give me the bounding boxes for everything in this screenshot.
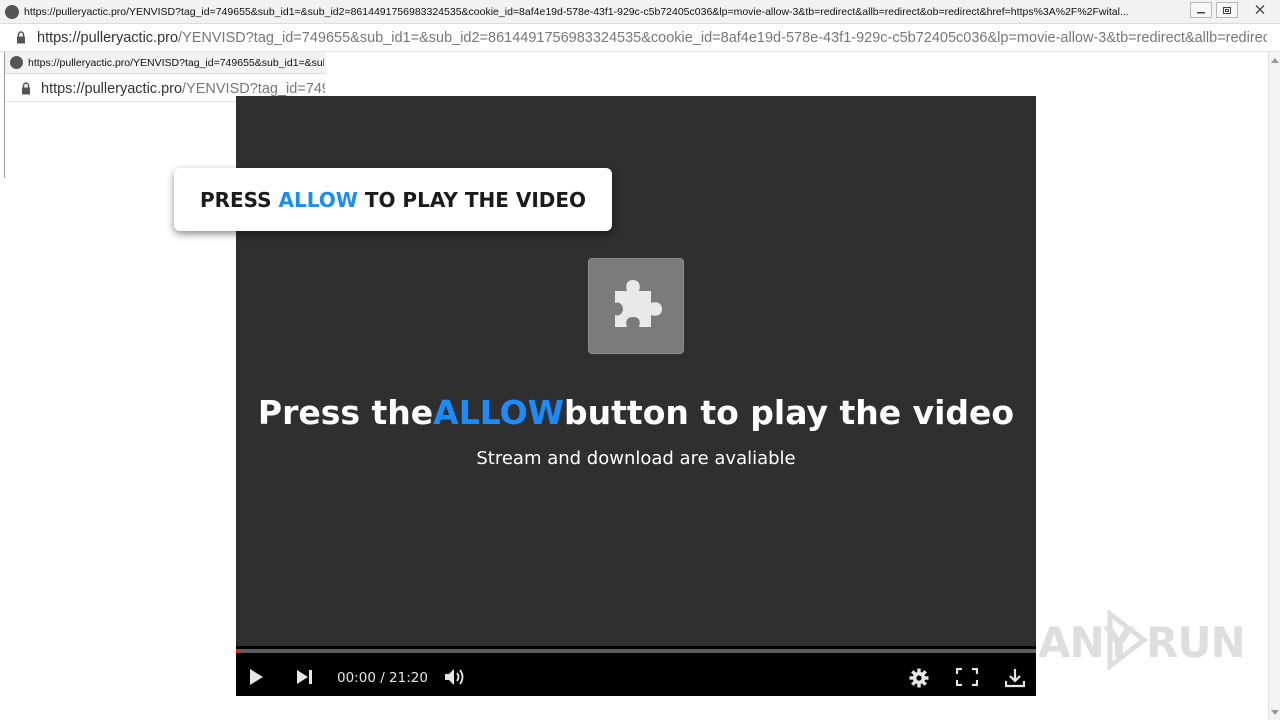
anyrun-watermark: ANY RUN (1038, 610, 1246, 670)
volume-icon[interactable] (444, 668, 468, 686)
inner-globe-icon (10, 56, 23, 69)
restore-button[interactable] (1216, 2, 1238, 18)
download-icon[interactable] (1005, 668, 1025, 688)
window-title: https://pulleryactic.pro/YENVISD?tag_id=… (24, 6, 1129, 18)
scroll-down-icon (1271, 710, 1279, 715)
lock-icon (17, 31, 25, 44)
banner-prefix: PRESS (199, 188, 279, 212)
banner-text: PRESS ALLOW TO PLAY THE VIDEO (174, 188, 612, 212)
fullscreen-icon[interactable] (956, 668, 978, 686)
scroll-up-icon (1271, 58, 1279, 63)
headline-prefix: Press the (257, 393, 434, 432)
progress-fill (236, 649, 240, 653)
progress-bar[interactable] (236, 649, 1036, 653)
headline-allow: ALLOW (433, 393, 565, 432)
url-host: https://pulleryactic.pro (37, 30, 179, 46)
minimize-icon (1197, 12, 1205, 14)
play-icon[interactable] (248, 668, 264, 686)
vertical-scrollbar[interactable] (1268, 52, 1280, 720)
inner-window-title-bar: https://pulleryactic.pro/YENVISD?tag_id=… (5, 52, 326, 74)
inner-url-path: /YENVISD?tag_id=749655&sub_id1=&sub_id2=… (182, 81, 325, 97)
time-display: 00:00 / 21:20 (337, 670, 428, 686)
close-button[interactable] (1250, 2, 1272, 18)
plugin-puzzle-icon[interactable] (588, 258, 684, 354)
skip-next-icon[interactable] (296, 668, 314, 686)
address-url[interactable]: https://pulleryactic.pro/YENVISD?tag_id=… (37, 29, 1267, 47)
settings-gear-icon[interactable] (909, 668, 929, 688)
minimize-button[interactable] (1190, 2, 1212, 18)
globe-icon (5, 5, 19, 19)
url-path: /YENVISD?tag_id=749655&sub_id1=&sub_id2=… (178, 30, 1267, 46)
restore-icon (1223, 7, 1231, 14)
play-prompt-headline: Press theALLOWbutton to play the video (236, 392, 1036, 434)
close-icon (1255, 5, 1265, 14)
inner-window-title: https://pulleryactic.pro/YENVISD?tag_id=… (28, 57, 324, 69)
inner-lock-icon (22, 82, 30, 95)
play-prompt-subtitle: Stream and download are avaliable (476, 448, 796, 469)
banner-allow: ALLOW (278, 188, 358, 212)
banner-suffix: TO PLAY THE VIDEO (357, 188, 587, 212)
window-title-bar: https://pulleryactic.pro/YENVISD?tag_id=… (0, 0, 1280, 24)
headline-suffix: button to play the video (564, 393, 1015, 432)
inner-url-host: https://pulleryactic.pro (41, 81, 183, 97)
address-bar[interactable]: https://pulleryactic.pro/YENVISD?tag_id=… (0, 24, 1280, 52)
watermark-play-icon (1107, 610, 1149, 670)
press-allow-banner: PRESS ALLOW TO PLAY THE VIDEO (174, 168, 612, 231)
watermark-run: RUN (1146, 618, 1246, 667)
